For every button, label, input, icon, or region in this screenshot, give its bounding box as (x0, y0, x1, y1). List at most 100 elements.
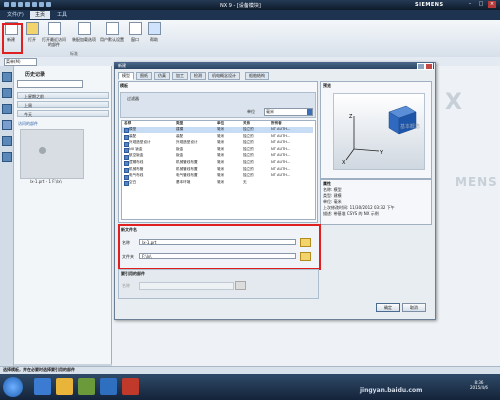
tab-tools[interactable]: 工具 (52, 11, 72, 19)
svg-text:Y: Y (379, 150, 384, 156)
table-cell: NT AUTH... (271, 166, 291, 171)
close-icon[interactable]: × (488, 1, 496, 8)
window-title: NX 9 - [设备模块] (220, 3, 261, 9)
table-cell: 毫米 (217, 160, 225, 164)
roles-icon[interactable] (2, 152, 12, 162)
table-cell: NT AUTH... (271, 133, 291, 138)
taskbar-app-nx[interactable] (100, 378, 117, 395)
dialog-title-bar (114, 62, 434, 69)
tab-simulation[interactable]: 仿真 (154, 72, 170, 80)
table-cell: 基本环境 (176, 179, 191, 184)
tab-mechatronics[interactable]: 机电概念设计 (208, 72, 240, 80)
table-cell: 毫米 (217, 179, 225, 184)
help-button[interactable]: 帮助 (143, 22, 165, 42)
assembly-navigator-icon[interactable] (2, 72, 12, 82)
ribbon-tab-bar (0, 10, 500, 20)
history-combo[interactable] (17, 80, 83, 88)
open-recent-button[interactable]: 打开最近访问的部件 (41, 22, 67, 47)
svg-text:Z: Z (349, 114, 353, 120)
recent-part-filename: lx-1.prt - 1 F:\lx\ (30, 179, 62, 184)
name-field[interactable]: lx-1.prt (139, 239, 296, 245)
reference-name-field[interactable] (139, 282, 234, 290)
user-defaults-button[interactable]: 用户默认设置 (99, 22, 125, 42)
quick-access-toolbar[interactable] (4, 2, 94, 8)
dialog-close-icon[interactable] (425, 63, 433, 70)
table-cell: 独立的 (243, 160, 254, 164)
table-cell: 机械布管 (129, 166, 144, 171)
preview-heading: 预览 (323, 83, 331, 88)
menu-dropdown[interactable]: 菜单(M) (4, 58, 37, 66)
table-cell: NT AUTH... (271, 140, 291, 145)
ok-button[interactable]: 确定 (376, 303, 400, 312)
siemens-watermark-text: MENS (455, 175, 498, 189)
load-options-button[interactable]: 装配加载选项 (70, 22, 98, 42)
history-group-older[interactable]: 上星期之前 (17, 92, 109, 99)
table-cell: 外观造型设计 (176, 140, 198, 145)
browse-folder-icon[interactable] (300, 238, 311, 247)
table-cell: 毫米 (217, 146, 225, 151)
cancel-button[interactable]: 取消 (402, 303, 426, 312)
tab-model[interactable]: 模型 (118, 72, 134, 80)
taskbar-app-ie[interactable] (34, 378, 51, 395)
history-icon[interactable] (2, 120, 12, 130)
property-unit: 单位: 毫米 (323, 199, 342, 204)
taskbar-app-other[interactable] (122, 378, 139, 395)
table-cell: 独立的 (243, 153, 254, 158)
history-group-last-week[interactable]: 上周 (17, 101, 109, 108)
open-button[interactable]: 打开 (21, 22, 43, 42)
dialog-title: 新建 (118, 63, 126, 68)
recent-parts-label: 访问的部件 (18, 121, 38, 126)
history-group-today[interactable]: 今天 (17, 110, 109, 117)
tab-home[interactable]: 主页 (30, 11, 51, 19)
open-folder-icon (25, 22, 39, 35)
table-cell: 钣金 (176, 146, 184, 151)
table-cell: 独立的 (243, 166, 254, 171)
property-description: 描述: 带基准 CSYS 的 NX 示例 (323, 211, 379, 216)
maximize-icon[interactable]: □ (477, 1, 485, 8)
chevron-down-icon (307, 109, 312, 115)
table-cell: 电气布线 (129, 173, 144, 178)
table-cell: NX 钣金 (129, 146, 143, 151)
minimize-icon[interactable]: – (466, 1, 474, 8)
table-cell: 独立的 (243, 173, 254, 178)
taskbar-app-explorer[interactable] (56, 378, 73, 395)
table-cell: NT AUTH... (271, 153, 291, 158)
property-name: 名称: 模型 (323, 187, 342, 192)
taskbar (0, 374, 500, 400)
assembly-icon (77, 22, 91, 35)
unit-select[interactable]: 毫米 (264, 108, 313, 116)
preview-caption: 基本概念 (400, 124, 421, 130)
tab-file[interactable]: 文件(F) (2, 11, 29, 19)
dialog-reset-icon[interactable] (417, 63, 425, 70)
brand-logo: SIEMENS (415, 2, 444, 8)
browse-directory-icon[interactable] (300, 252, 311, 261)
reuse-library-icon[interactable] (2, 104, 12, 114)
system-materials-icon[interactable] (2, 136, 12, 146)
status-text: 选择模板，并在必要时选择要引用的部件 (3, 367, 75, 372)
history-title: 历史记录 (25, 72, 46, 78)
name-label: 名称 (122, 240, 130, 245)
unit-value: 毫米 (266, 109, 274, 114)
folder-field[interactable]: F:\lx\ (139, 253, 296, 259)
start-button[interactable] (3, 377, 23, 397)
tab-inspection[interactable]: 检测 (190, 72, 206, 80)
folder-label: 文件夹 (122, 254, 134, 259)
new-filename-group (118, 224, 321, 270)
window-icon (128, 22, 142, 35)
table-cell: 钣金 (176, 153, 184, 158)
table-cell: 毫米 (217, 140, 225, 145)
reference-name-label: 名称 (122, 283, 130, 288)
reference-browse-icon[interactable] (235, 281, 246, 290)
taskbar-app-media[interactable] (78, 378, 95, 395)
tray-clock[interactable]: 8:36 2015/4/6 (470, 380, 488, 390)
tab-drawing[interactable]: 图纸 (136, 72, 152, 80)
tab-ship-structure[interactable]: 船舶结构 (245, 72, 269, 80)
table-cell: 航空钣金 (129, 153, 144, 158)
part-navigator-icon[interactable] (2, 88, 12, 98)
table-cell: 机械管线布置 (176, 160, 198, 164)
table-cell: 装配 (129, 133, 137, 138)
property-modified: 上次修改时间: 11/30/2012 03:32 下午 (323, 205, 395, 210)
tab-manufacturing[interactable]: 加工 (172, 72, 188, 80)
recent-part-thumbnail[interactable] (20, 129, 84, 179)
svg-text:X: X (342, 160, 346, 166)
